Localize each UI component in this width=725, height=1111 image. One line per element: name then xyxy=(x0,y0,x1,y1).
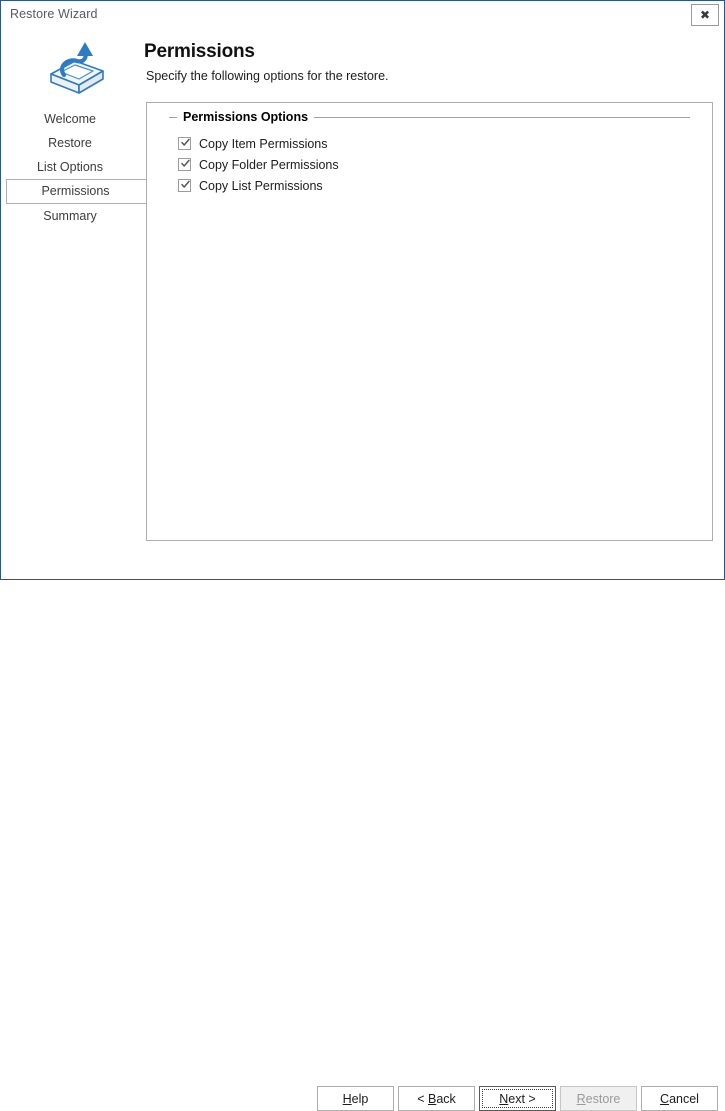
checkbox-checked-icon[interactable] xyxy=(178,179,191,192)
sidebar-item-welcome[interactable]: Welcome xyxy=(1,107,149,131)
checkbox-row-copy-list-permissions[interactable]: Copy List Permissions xyxy=(178,175,339,196)
permissions-checkbox-list: Copy Item Permissions Copy Folder Permis… xyxy=(178,133,339,196)
next-button[interactable]: Next > xyxy=(479,1086,556,1111)
next-button-label: Next > xyxy=(499,1091,536,1106)
group-rule-right xyxy=(314,116,690,118)
cancel-button-label: Cancel xyxy=(660,1091,699,1106)
footer-button-bar: Help < Back Next > Restore Cancel xyxy=(1,539,724,1111)
back-button[interactable]: < Back xyxy=(398,1086,475,1111)
restore-button-label: Restore xyxy=(576,1091,621,1106)
title-bar: Restore Wizard ✖ xyxy=(1,1,724,30)
help-button[interactable]: Help xyxy=(317,1086,394,1111)
help-button-label: Help xyxy=(342,1091,369,1106)
sidebar-item-label: Summary xyxy=(43,209,97,223)
close-button[interactable]: ✖ xyxy=(691,4,719,26)
permissions-options-group: Permissions Options xyxy=(169,110,690,124)
sidebar-item-label: Permissions xyxy=(41,184,110,198)
group-rule-left xyxy=(169,116,177,118)
sidebar-item-restore[interactable]: Restore xyxy=(1,131,149,155)
checkbox-label: Copy List Permissions xyxy=(199,178,323,193)
checkbox-checked-icon[interactable] xyxy=(178,158,191,171)
group-header: Permissions Options xyxy=(169,110,690,124)
sidebar-item-label: Restore xyxy=(48,136,92,150)
window-title: Restore Wizard xyxy=(10,7,98,21)
restore-button: Restore xyxy=(560,1086,637,1111)
checkbox-label: Copy Folder Permissions xyxy=(199,157,339,172)
page-subtitle: Specify the following options for the re… xyxy=(146,69,389,83)
checkbox-row-copy-item-permissions[interactable]: Copy Item Permissions xyxy=(178,133,339,154)
restore-wizard-window: Restore Wizard ✖ Permissions Specify the… xyxy=(0,0,725,1111)
content-panel: Permissions Options Copy Item Permission… xyxy=(146,102,713,541)
group-title: Permissions Options xyxy=(183,110,309,124)
cancel-button[interactable]: Cancel xyxy=(641,1086,718,1111)
sidebar-item-summary[interactable]: Summary xyxy=(1,204,149,228)
sidebar-item-list-options[interactable]: List Options xyxy=(1,155,149,179)
checkbox-label: Copy Item Permissions xyxy=(199,136,328,151)
sidebar-item-label: Welcome xyxy=(44,112,96,126)
checkbox-checked-icon[interactable] xyxy=(178,137,191,150)
back-button-label: < Back xyxy=(417,1091,456,1106)
sidebar-item-permissions[interactable]: Permissions xyxy=(6,179,149,204)
restore-box-arrow-icon xyxy=(41,30,113,102)
checkbox-row-copy-folder-permissions[interactable]: Copy Folder Permissions xyxy=(178,154,339,175)
sidebar-item-label: List Options xyxy=(36,160,103,174)
page-title: Permissions xyxy=(144,41,255,62)
wizard-step-list: Welcome Restore List Options Permissions… xyxy=(1,107,149,228)
close-icon: ✖ xyxy=(699,8,711,22)
